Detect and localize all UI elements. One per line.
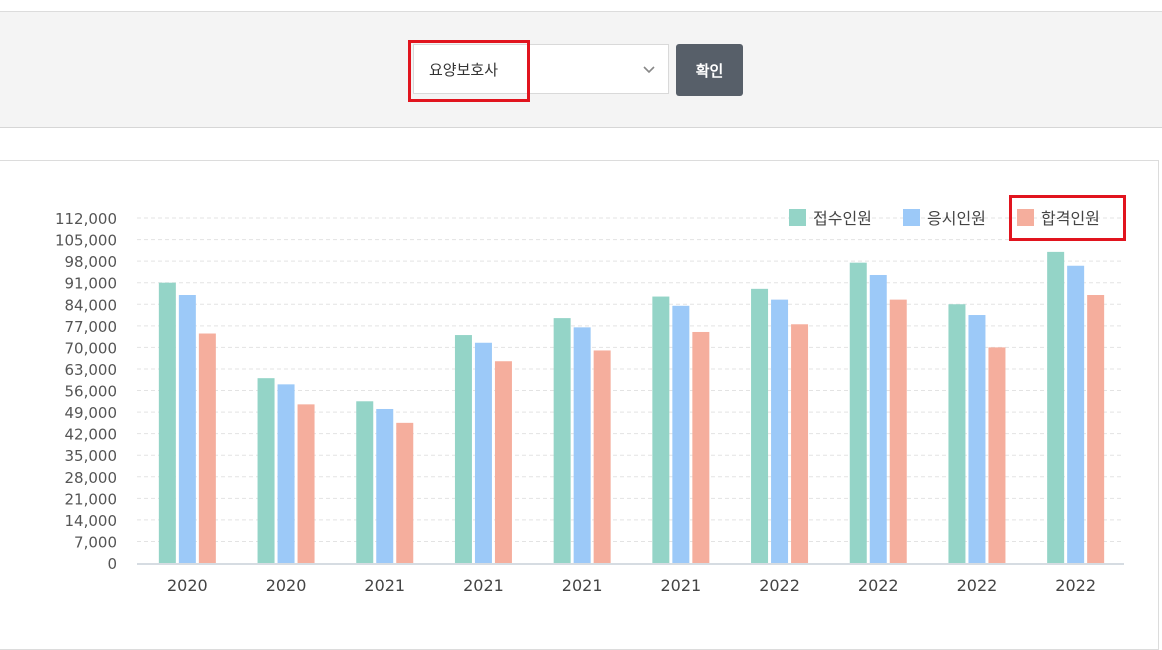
x-tick-label: 2022 xyxy=(957,576,998,595)
bar xyxy=(889,299,907,563)
y-tick-label: 112,000 xyxy=(55,210,117,228)
bar xyxy=(573,327,591,563)
bar xyxy=(652,296,670,563)
bar xyxy=(454,335,472,563)
bar xyxy=(158,282,176,563)
y-tick-label: 21,000 xyxy=(65,490,118,508)
y-tick-label: 70,000 xyxy=(65,339,118,357)
x-tick-label: 2021 xyxy=(562,576,603,595)
y-tick-label: 35,000 xyxy=(65,447,118,465)
y-tick-label: 91,000 xyxy=(65,275,118,293)
bar xyxy=(396,422,414,563)
bar xyxy=(297,404,315,563)
y-tick-label: 77,000 xyxy=(65,318,118,336)
bar xyxy=(988,347,1006,563)
bar xyxy=(948,304,966,563)
y-tick-label: 56,000 xyxy=(65,383,118,401)
bar xyxy=(593,350,611,563)
y-tick-label: 14,000 xyxy=(65,512,118,530)
x-tick-label: 2022 xyxy=(759,576,800,595)
bar xyxy=(1087,295,1105,563)
legend-swatch xyxy=(789,209,806,226)
x-tick-label: 2021 xyxy=(463,576,504,595)
y-tick-label: 49,000 xyxy=(65,404,118,422)
legend-label: 접수인원 xyxy=(813,209,872,228)
bar xyxy=(356,401,374,563)
bar xyxy=(791,324,809,563)
bar xyxy=(257,378,275,563)
legend-label: 합격인원 xyxy=(1041,209,1100,228)
y-tick-label: 0 xyxy=(107,555,117,573)
legend-swatch xyxy=(903,209,920,226)
x-tick-label: 2021 xyxy=(364,576,405,595)
y-tick-label: 7,000 xyxy=(74,533,117,551)
x-tick-label: 2020 xyxy=(167,576,208,595)
x-tick-label: 2020 xyxy=(266,576,307,595)
x-tick-label: 2022 xyxy=(1055,576,1096,595)
bar xyxy=(751,288,769,563)
bar-chart: 0 7,000 14,000 21,000 28,000 35,000 42,000 49,0… xyxy=(55,209,1124,595)
bar xyxy=(869,274,887,563)
bar xyxy=(277,384,295,563)
bar xyxy=(1067,265,1085,563)
x-tick-label: 2021 xyxy=(660,576,701,595)
bar xyxy=(178,295,196,563)
y-tick-label: 28,000 xyxy=(65,469,118,487)
bar xyxy=(849,262,867,563)
bar xyxy=(553,318,571,563)
y-tick-label: 84,000 xyxy=(65,296,118,314)
bar xyxy=(474,342,492,563)
bar xyxy=(968,315,986,563)
y-tick-label: 98,000 xyxy=(65,253,118,271)
legend-swatch xyxy=(1017,209,1034,226)
bar xyxy=(1047,251,1065,564)
y-tick-label: 63,000 xyxy=(65,361,118,379)
bar xyxy=(494,361,512,563)
y-tick-label: 42,000 xyxy=(65,426,118,444)
x-tick-label: 2022 xyxy=(858,576,899,595)
y-tick-label: 105,000 xyxy=(55,232,117,250)
bar xyxy=(771,299,789,563)
bar xyxy=(198,333,216,563)
legend-label: 응시인원 xyxy=(927,209,986,228)
bar xyxy=(376,408,394,563)
bar xyxy=(672,305,690,563)
bar xyxy=(692,331,710,563)
